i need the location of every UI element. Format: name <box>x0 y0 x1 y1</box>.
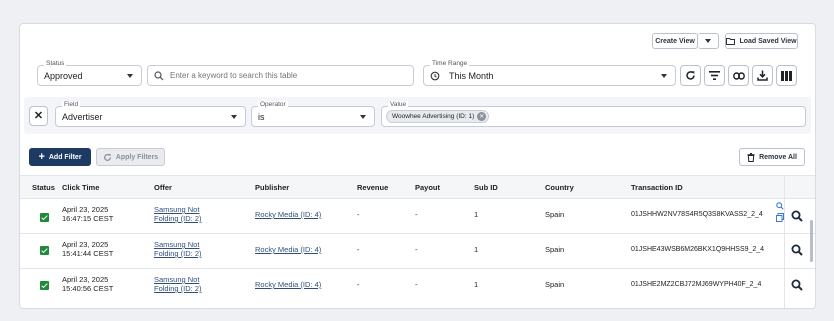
payout-value: - <box>415 280 418 289</box>
offer-link-id[interactable]: Folding (ID: 2) <box>154 284 202 294</box>
time-range-value: This Month <box>449 70 494 81</box>
search-input[interactable] <box>170 71 400 80</box>
create-view-button[interactable]: Create View <box>652 33 698 49</box>
payout-value: - <box>415 245 418 254</box>
load-saved-view-label: Load Saved View <box>739 37 797 45</box>
col-country[interactable]: Country <box>545 183 574 192</box>
download-button[interactable] <box>752 65 773 86</box>
rule-operator-value: is <box>258 111 265 122</box>
country-value: Spain <box>545 210 565 219</box>
link-icon <box>732 71 745 80</box>
add-filter-label: Add Filter <box>48 153 82 161</box>
click-time: 15:40:56 CEST <box>62 284 114 293</box>
history-icon <box>430 71 440 80</box>
col-status[interactable]: Status <box>32 183 55 192</box>
time-range-select[interactable]: Time Range This Month <box>423 60 676 86</box>
folder-icon <box>726 38 736 45</box>
trash-icon <box>747 152 755 162</box>
approved-check-icon <box>40 246 49 255</box>
chevron-down-icon <box>705 39 711 43</box>
table-row[interactable]: April 23, 2025 16:47:15 CEST Samsung Not… <box>20 198 815 233</box>
click-time: 15:41:44 CEST <box>62 249 114 258</box>
value-chip-label: Woowhee Advertising (ID: 1) <box>392 113 475 120</box>
columns-button[interactable] <box>776 65 797 86</box>
payout-value: - <box>415 210 418 219</box>
apply-filters-button[interactable]: Apply Filters <box>96 148 165 166</box>
table-row[interactable]: April 23, 2025 15:40:56 CEST Samsung Not… <box>20 268 815 303</box>
zoom-icon[interactable] <box>791 279 803 291</box>
status-label: Status <box>44 60 67 67</box>
filter-lines-icon <box>709 71 720 80</box>
value-chip: Woowhee Advertising (ID: 1) ✕ <box>386 110 490 123</box>
publisher-link[interactable]: Rocky Media (ID: 4) <box>255 245 321 255</box>
columns-icon <box>781 70 792 81</box>
close-icon: ✕ <box>33 109 44 122</box>
chevron-down-icon <box>661 73 667 78</box>
click-time: 16:47:15 CEST <box>62 214 114 223</box>
offer-link-id[interactable]: Folding (ID: 2) <box>154 249 202 259</box>
filter-toggle-button[interactable] <box>704 65 725 86</box>
publisher-link[interactable]: Rocky Media (ID: 4) <box>255 280 321 290</box>
approved-check-icon <box>40 281 49 290</box>
col-publisher[interactable]: Publisher <box>255 183 289 192</box>
rule-value-field[interactable]: Value Woowhee Advertising (ID: 1) ✕ <box>381 101 806 127</box>
rule-value-label: Value <box>388 101 409 108</box>
plus-icon: + <box>38 150 45 163</box>
country-value: Spain <box>545 245 565 254</box>
download-icon <box>757 70 768 81</box>
col-click-time[interactable]: Click Time <box>62 183 99 192</box>
remove-rule-button[interactable]: ✕ <box>29 106 48 126</box>
remove-chip-icon[interactable]: ✕ <box>477 112 487 121</box>
col-payout[interactable]: Payout <box>415 183 440 192</box>
chevron-down-icon <box>360 114 366 119</box>
chevron-down-icon <box>127 73 133 78</box>
table-row[interactable]: April 23, 2025 15:41:44 CEST Samsung Not… <box>20 233 815 268</box>
transaction-id-value: 01JSHE43WSB6M26BKX1Q9HHSS9_2_4 <box>631 246 765 253</box>
col-revenue[interactable]: Revenue <box>357 183 388 192</box>
load-saved-view-button[interactable]: Load Saved View <box>725 33 798 49</box>
rule-operator-select[interactable]: Operator is <box>251 101 375 127</box>
col-transaction-id[interactable]: Transaction ID <box>631 183 683 192</box>
remove-all-button[interactable]: Remove All <box>739 148 805 166</box>
rule-field-select[interactable]: Field Advertiser <box>55 101 246 127</box>
rule-operator-label: Operator <box>258 101 288 108</box>
zoom-icon[interactable] <box>791 210 803 222</box>
rule-field-label: Field <box>62 101 81 108</box>
sub-id-value: 1 <box>474 245 479 254</box>
refresh-icon <box>103 153 111 161</box>
refresh-button[interactable] <box>680 65 701 86</box>
revenue-value: - <box>357 280 360 289</box>
link-button[interactable] <box>728 65 749 86</box>
remove-all-label: Remove All <box>759 153 797 161</box>
apply-filters-label: Apply Filters <box>115 153 159 161</box>
create-view-label: Create View <box>655 37 695 45</box>
col-offer[interactable]: Offer <box>154 183 172 192</box>
time-range-label: Time Range <box>430 60 470 67</box>
zoom-icon[interactable] <box>791 244 803 256</box>
transaction-id-value: 01JSHE2MZ2CBJ72MJ69WYPH40F_2_4 <box>631 281 762 288</box>
small-search-icon[interactable] <box>776 202 784 210</box>
approved-check-icon <box>40 213 49 222</box>
country-value: Spain <box>545 280 565 289</box>
publisher-link[interactable]: Rocky Media (ID: 4) <box>255 210 321 220</box>
chevron-down-icon <box>231 114 237 119</box>
revenue-value: - <box>357 245 360 254</box>
report-card: Create View Load Saved View Status Appro… <box>19 23 816 309</box>
table-scrollbar[interactable] <box>810 220 813 262</box>
search-icon <box>154 70 164 80</box>
copy-icon[interactable] <box>776 213 784 222</box>
add-filter-button[interactable]: + Add Filter <box>29 148 91 166</box>
search-field[interactable] <box>147 65 414 86</box>
rule-field-value: Advertiser <box>62 111 103 122</box>
revenue-value: - <box>357 210 360 219</box>
col-sub-id[interactable]: Sub ID <box>474 183 498 192</box>
sub-id-value: 1 <box>474 280 479 289</box>
status-select[interactable]: Status Approved <box>37 60 142 86</box>
sub-id-value: 1 <box>474 210 479 219</box>
offer-link-id[interactable]: Folding (ID: 2) <box>154 214 202 224</box>
refresh-icon <box>686 71 695 80</box>
transaction-id-value: 01JSHHW2NV78S4R5Q3S8KVASS2_2_4 <box>631 211 763 218</box>
status-value: Approved <box>44 70 83 81</box>
create-view-dropdown-button[interactable] <box>698 33 719 49</box>
